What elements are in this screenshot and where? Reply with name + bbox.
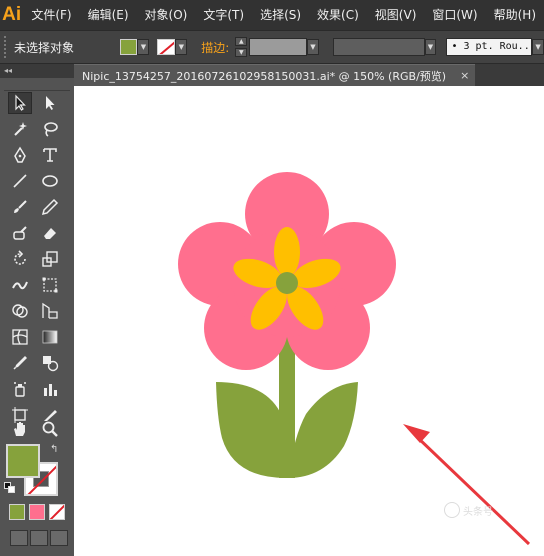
menu-item[interactable]: 对象(O) (137, 0, 196, 30)
perspective-grid-tool-icon[interactable] (38, 300, 62, 322)
shape-builder-tool-icon[interactable] (8, 300, 32, 322)
menu-item[interactable]: 选择(S) (252, 0, 309, 30)
stepper-down-icon[interactable]: ▼ (235, 48, 248, 57)
toolbox-collapse[interactable]: ◂◂ (0, 64, 74, 78)
zoom-tool-icon[interactable] (38, 418, 62, 440)
line-tool-icon[interactable] (8, 170, 32, 192)
hand-tool-icon[interactable] (8, 418, 32, 440)
control-bar: 未选择对象 ▼ ▼ 描边: ▲ ▼ ▼ ▼ • 3 pt. Rou... ▼ (0, 30, 544, 64)
menu-item[interactable]: 文字(T) (195, 0, 252, 30)
document-tab-bar: Nipic_13754257_20160726102958150031.ai* … (74, 64, 544, 86)
stroke-weight-dropdown[interactable]: ▼ (306, 39, 319, 55)
selection-tool-icon[interactable] (8, 92, 32, 114)
type-tool-icon[interactable] (38, 144, 62, 166)
toolbox-panel: ↰ (0, 78, 74, 556)
free-transform-tool-icon[interactable] (38, 274, 62, 296)
fill-color-swatch[interactable] (119, 39, 138, 55)
magic-wand-tool-icon[interactable] (8, 118, 32, 140)
stroke-weight-stepper[interactable]: ▲ ▼ (235, 37, 248, 57)
menu-item[interactable]: 视图(V) (367, 0, 425, 30)
stroke-dropdown-button[interactable]: ▼ (175, 39, 188, 55)
menu-bar: Ai 文件(F) 编辑(E) 对象(O) 文字(T) 选择(S) 效果(C) 视图(V) 窗口… (0, 0, 544, 30)
arrow-shaft (414, 434, 531, 546)
screen-mode-button[interactable] (50, 530, 68, 546)
menu-item[interactable]: 效果(C) (309, 0, 367, 30)
watermark-logo-icon (444, 502, 460, 518)
menu-item[interactable]: 编辑(E) (80, 0, 137, 30)
fill-dropdown-button[interactable]: ▼ (137, 39, 150, 55)
app-logo: Ai (2, 4, 22, 25)
arrow-head (403, 424, 430, 443)
variable-width-dropdown[interactable]: ▼ (424, 39, 437, 55)
menu-item[interactable]: 文件(F) (23, 0, 79, 30)
watermark-text: 头条号 (463, 506, 493, 518)
column-graph-tool-icon[interactable] (38, 378, 62, 400)
red-annotation-arrow (403, 424, 531, 546)
drawing-mode-button[interactable] (10, 530, 28, 546)
menu-items: 文件(F) 编辑(E) 对象(O) 文字(T) 选择(S) 效果(C) 视图(V) 窗口(W)… (23, 0, 544, 30)
menu-item[interactable]: 窗口(W) (424, 0, 485, 30)
close-icon[interactable]: × (460, 69, 469, 82)
variable-width-profile[interactable] (332, 38, 425, 56)
panel-grip[interactable] (4, 36, 10, 58)
rotate-tool-icon[interactable] (8, 248, 32, 270)
selection-status: 未选择对象 (13, 40, 74, 55)
stroke-color-swatch[interactable] (157, 39, 176, 55)
swap-fill-stroke-icon[interactable]: ↰ (50, 444, 62, 456)
gradient-tool-icon[interactable] (38, 326, 62, 348)
default-fill-stroke-icon[interactable] (4, 482, 16, 494)
artboard-canvas[interactable]: 头条号 (74, 86, 544, 556)
scale-tool-icon[interactable] (38, 248, 62, 270)
draw-behind-button[interactable] (30, 530, 48, 546)
menu-item[interactable]: 帮助(H) (486, 0, 544, 30)
ellipse-tool-icon[interactable] (38, 170, 62, 192)
mesh-tool-icon[interactable] (8, 326, 32, 348)
color-mode-button[interactable] (9, 504, 25, 520)
brush-definition-field[interactable]: • 3 pt. Rou... (446, 38, 533, 56)
lasso-tool-icon[interactable] (38, 118, 62, 140)
width-tool-icon[interactable] (8, 274, 32, 296)
watermark: 头条号 (444, 498, 524, 522)
direct-selection-tool-icon[interactable] (38, 92, 62, 114)
eraser-tool-icon[interactable] (38, 222, 62, 244)
blend-tool-icon[interactable] (38, 352, 62, 374)
pen-tool-icon[interactable] (8, 144, 32, 166)
none-mode-button[interactable] (49, 504, 65, 520)
symbol-sprayer-tool-icon[interactable] (8, 378, 32, 400)
eyedropper-tool-icon[interactable] (8, 352, 32, 374)
toolbox-header[interactable] (4, 81, 70, 91)
document-tab-title: Nipic_13754257_20160726102958150031.ai* … (82, 69, 447, 83)
gradient-mode-button[interactable] (29, 504, 45, 520)
paintbrush-tool-icon[interactable] (8, 196, 32, 218)
blob-brush-tool-icon[interactable] (8, 222, 32, 244)
stroke-weight-field[interactable] (249, 38, 307, 56)
brush-definition-dropdown[interactable]: ▼ (532, 39, 544, 55)
pencil-tool-icon[interactable] (38, 196, 62, 218)
stepper-up-icon[interactable]: ▲ (235, 37, 248, 46)
document-tab[interactable]: Nipic_13754257_20160726102958150031.ai* … (74, 64, 476, 86)
stroke-label[interactable]: 描边: (201, 39, 229, 56)
fill-swatch[interactable] (6, 444, 40, 478)
